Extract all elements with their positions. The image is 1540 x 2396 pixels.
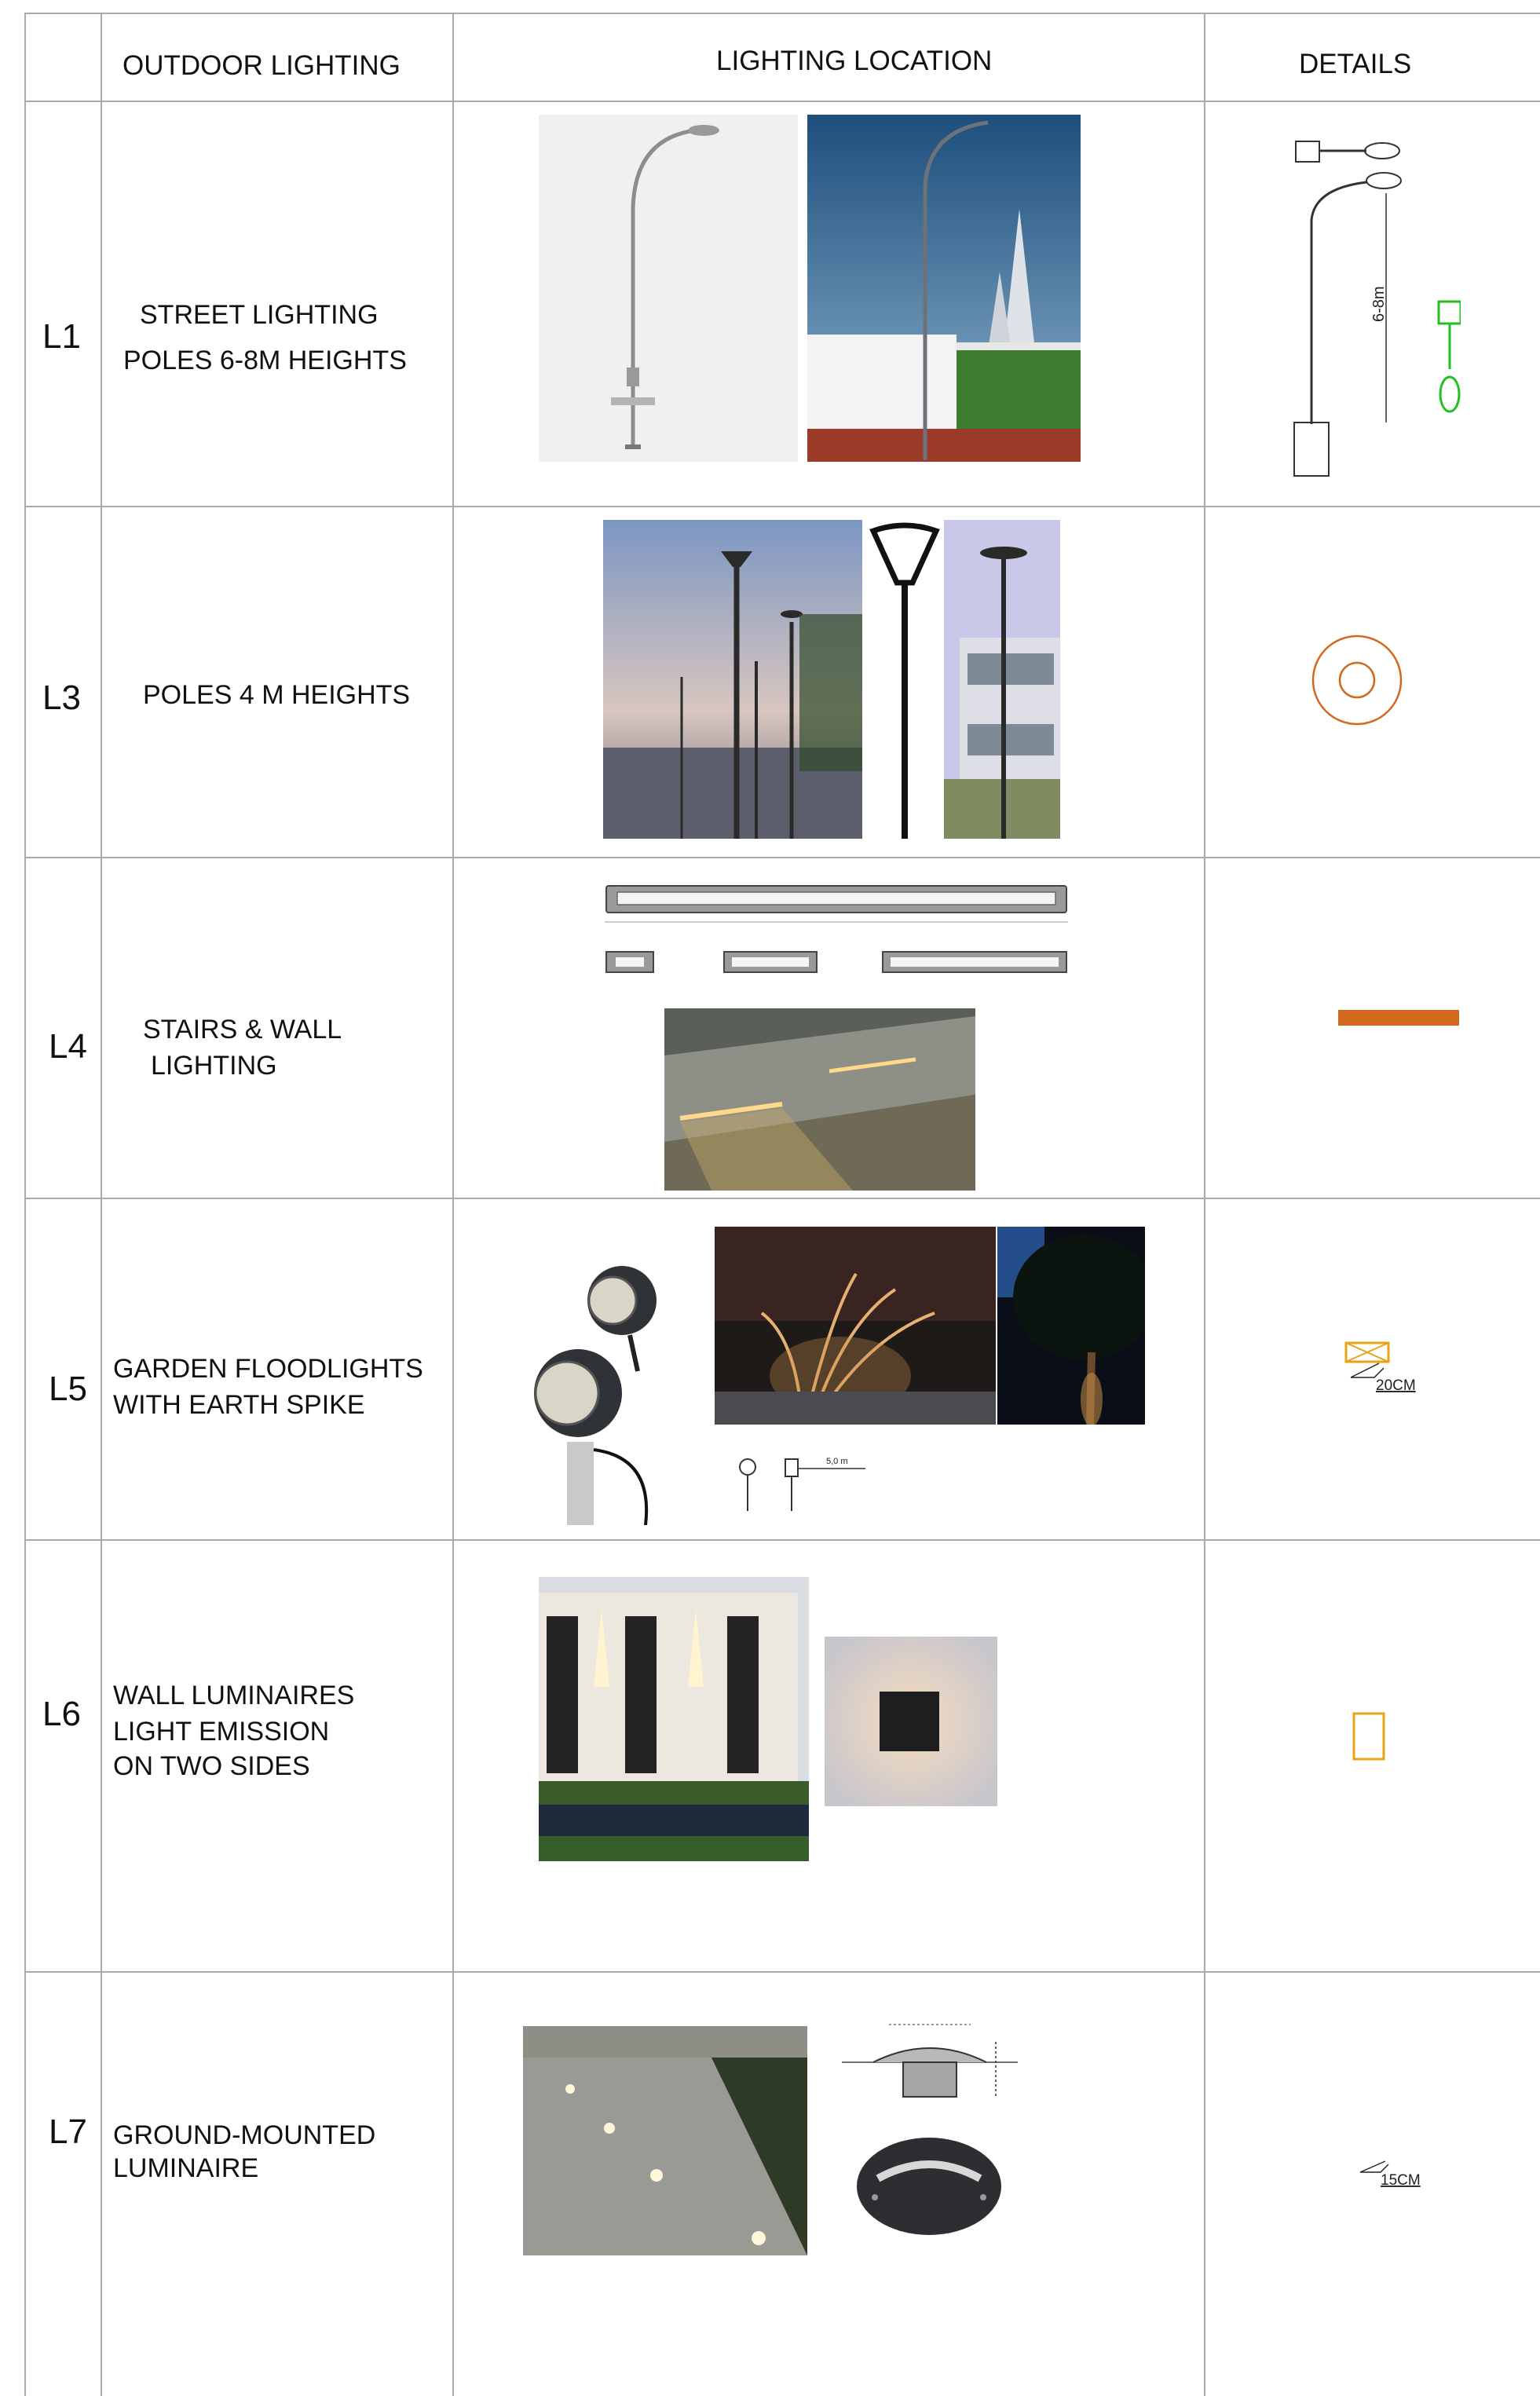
pole-height-label: 6-8m [1370, 286, 1388, 322]
wall-light-product-long [605, 883, 1068, 927]
row-code: L7 [49, 2113, 87, 2151]
row-code: L3 [42, 679, 81, 717]
row-description-line: POLES 4 M HEIGHTS [143, 680, 411, 710]
row-code: L6 [42, 1695, 81, 1733]
grid-line [24, 1539, 1540, 1541]
wall-light-detail-symbol [1338, 1010, 1459, 1026]
header-outdoor-lighting: OUTDOOR LIGHTING [123, 50, 401, 81]
wall-luminaire-facade-photo [539, 1577, 809, 1861]
grid-line [101, 13, 102, 2396]
row-description-line: LIGHTING [151, 1051, 277, 1081]
grid-line [24, 1971, 1540, 1973]
floodlight-tree-photo [997, 1227, 1145, 1425]
grid-line [452, 13, 454, 2396]
ground-luminaire-section-drawing [842, 2018, 1018, 2106]
floodlight-garden-photo [715, 1227, 996, 1425]
pole-4m-building-photo [944, 520, 1060, 839]
row-code: L5 [49, 1370, 87, 1408]
grid-line [24, 13, 1540, 14]
pole-4m-site-photo [603, 520, 862, 839]
row-description-line: LUMINAIRE [113, 2153, 259, 2183]
floodlight-spacing-label: 20CM [1376, 1377, 1416, 1394]
row-code: L4 [49, 1027, 87, 1066]
floodlight-dimension-drawing: 5,0 m [732, 1440, 873, 1519]
row-description-line: POLES 6-8M HEIGHTS [123, 346, 407, 375]
floodlight-product-photo [520, 1253, 705, 1525]
stair-lighting-photo [664, 1008, 975, 1191]
street-pole-photo [539, 115, 798, 462]
ground-luminaire-product-photo [854, 2134, 1004, 2238]
pole-4m-detail-symbol [1310, 633, 1404, 727]
ground-luminaire-site-photo [523, 2026, 807, 2255]
header-details: DETAILS [1299, 49, 1412, 79]
wall-luminaire-detail-symbol [1352, 1712, 1385, 1761]
ground-luminaire-spacing-label: 15CM [1381, 2172, 1421, 2189]
cable-length-label: 5,0 m [826, 1457, 848, 1466]
row-description-line: WITH EARTH SPIKE [113, 1390, 365, 1420]
street-pole-detail-drawing: 6-8m [1288, 134, 1461, 479]
wall-light-product-large [881, 949, 1068, 985]
row-description-line: ON TWO SIDES [113, 1751, 310, 1781]
wall-luminaire-product-photo [825, 1637, 997, 1806]
ground-luminaire-detail-symbol: 15CM [1357, 2156, 1451, 2189]
grid-line [24, 857, 1540, 858]
row-description-line: STREET LIGHTING [140, 300, 379, 330]
row-description-line: WALL LUMINAIRES [113, 1681, 355, 1710]
wall-light-product-medium [722, 949, 818, 985]
street-pole-site-photo [807, 115, 1081, 462]
wall-light-product-small [605, 949, 655, 985]
pole-4m-product-photo [867, 520, 942, 839]
row-description-line: STAIRS & WALL [143, 1015, 342, 1044]
floodlight-detail-symbol: 20CM [1343, 1340, 1453, 1398]
row-description-line: GARDEN FLOODLIGHTS [113, 1354, 423, 1384]
lighting-schedule-sheet: OUTDOOR LIGHTING LIGHTING LOCATION DETAI… [0, 0, 1540, 2396]
grid-line [24, 13, 26, 2396]
grid-line [24, 1198, 1540, 1199]
row-code: L1 [42, 317, 81, 356]
row-description-line: LIGHT EMISSION [113, 1717, 330, 1747]
header-lighting-location: LIGHTING LOCATION [716, 46, 993, 76]
row-description-line: GROUND-MOUNTED [113, 2120, 376, 2150]
grid-line [24, 101, 1540, 102]
grid-line [24, 506, 1540, 507]
grid-line [1204, 13, 1205, 2396]
